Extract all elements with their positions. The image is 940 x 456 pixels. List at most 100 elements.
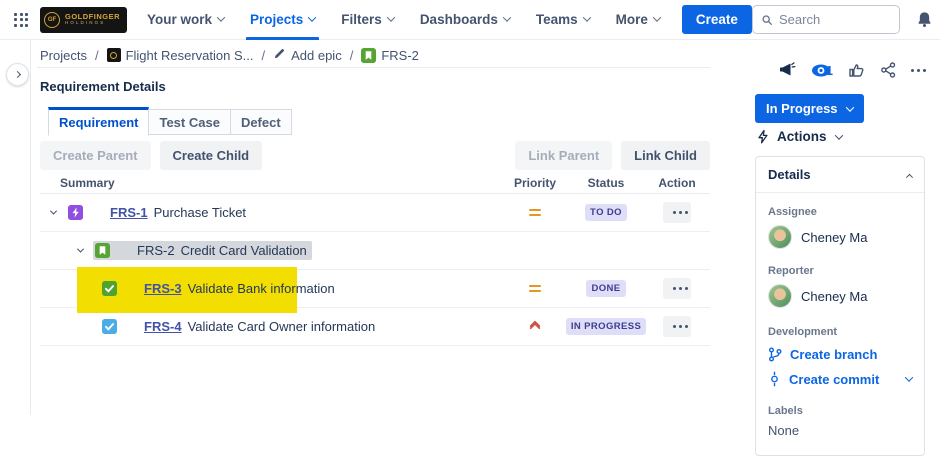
- header-summary: Summary: [40, 176, 502, 190]
- labels-value: None: [768, 423, 912, 438]
- nav-item-your-work[interactable]: Your work: [147, 0, 224, 40]
- issue-action-icons: 1: [778, 62, 926, 78]
- logo-emblem-icon: GF: [44, 12, 60, 28]
- chevron-up-icon: [906, 174, 913, 181]
- issue-key-link[interactable]: FRS-4: [144, 319, 182, 334]
- tab-defect[interactable]: Defect: [231, 109, 292, 135]
- row-actions-button[interactable]: [663, 278, 691, 299]
- status-badge: TO DO: [585, 204, 627, 221]
- create-button[interactable]: Create: [682, 5, 752, 34]
- nav-item-projects[interactable]: Projects: [250, 0, 315, 40]
- issue-summary: Validate Card Owner information: [188, 319, 376, 334]
- assignee-avatar: [768, 225, 792, 249]
- chevron-down-icon[interactable]: [905, 373, 913, 381]
- primary-nav: Your work Projects Filters Dashboards Teams M…: [147, 0, 660, 40]
- reporter-label: Reporter: [768, 265, 912, 277]
- automation-bolt-icon: [756, 129, 770, 144]
- breadcrumb-divider: [37, 67, 710, 68]
- create-branch-link[interactable]: Create branch: [768, 347, 912, 362]
- tab-requirement[interactable]: Requirement: [48, 107, 149, 136]
- company-logo[interactable]: GF GOLDFINGER HOLDINGS: [40, 7, 127, 33]
- issue-summary: Purchase Ticket: [154, 205, 247, 220]
- chevron-down-icon: [387, 13, 395, 21]
- reporter-field[interactable]: Cheney Ma: [768, 284, 912, 308]
- link-parent-button[interactable]: Link Parent: [515, 141, 612, 170]
- create-commit-link[interactable]: Create commit: [768, 371, 912, 387]
- details-panel: Details Assignee Cheney Ma Reporter Chen…: [755, 156, 925, 456]
- assignee-field[interactable]: Cheney Ma: [768, 225, 912, 249]
- issue-key-link: FRS-2: [137, 243, 175, 258]
- status-badge: DONE: [586, 280, 625, 297]
- breadcrumb: Projects/Flight Reservation S.../Add epi…: [40, 46, 419, 64]
- story-icon: [95, 243, 110, 258]
- table-row[interactable]: FRS-1 Purchase Ticket TO DO: [40, 194, 710, 232]
- chevron-down-icon: [834, 131, 842, 139]
- reporter-name: Cheney Ma: [801, 289, 867, 304]
- sidebar-divider: [30, 40, 31, 415]
- status-dropdown-button[interactable]: In Progress: [755, 94, 864, 123]
- share-icon[interactable]: [880, 62, 896, 78]
- table-row[interactable]: FRS-4 Validate Card Owner information IN…: [40, 308, 710, 346]
- expand-chevron-icon[interactable]: [46, 210, 60, 215]
- row-actions-button[interactable]: [663, 316, 691, 337]
- page-title: Requirement Details: [40, 79, 166, 94]
- search-input[interactable]: [779, 12, 891, 27]
- issue-key-link[interactable]: FRS-3: [144, 281, 182, 296]
- pencil-icon: [273, 47, 286, 63]
- epic-icon: [68, 205, 83, 220]
- sidebar-expand-button[interactable]: [6, 63, 29, 86]
- expand-chevron-icon[interactable]: [73, 248, 87, 253]
- more-options-icon[interactable]: [911, 69, 926, 72]
- status-badge: IN PROGRESS: [566, 318, 646, 335]
- chevron-down-icon: [582, 13, 590, 21]
- header-priority: Priority: [502, 176, 568, 190]
- create-child-button[interactable]: Create Child: [160, 141, 263, 170]
- search-icon: [761, 13, 773, 27]
- actions-dropdown[interactable]: Actions: [756, 129, 842, 144]
- branch-icon: [768, 347, 782, 362]
- tab-test-case[interactable]: Test Case: [149, 109, 230, 135]
- assignee-label: Assignee: [768, 206, 912, 218]
- labels-label: Labels: [768, 405, 912, 417]
- reporter-avatar: [768, 284, 792, 308]
- issue-toolbar: Create Parent Create Child Link Parent L…: [40, 141, 710, 170]
- app-switcher-icon[interactable]: [14, 13, 28, 27]
- table-header: Summary Priority Status Action: [40, 172, 710, 193]
- create-parent-button[interactable]: Create Parent: [40, 141, 151, 170]
- nav-item-dashboards[interactable]: Dashboards: [420, 0, 510, 40]
- breadcrumb-item[interactable]: Add epic: [273, 47, 342, 63]
- nav-item-filters[interactable]: Filters: [341, 0, 394, 40]
- nav-item-more[interactable]: More: [616, 0, 660, 40]
- breadcrumb-item[interactable]: Flight Reservation S...: [107, 48, 254, 63]
- search-box[interactable]: [752, 5, 900, 34]
- details-panel-header[interactable]: Details: [756, 157, 924, 193]
- priority-medium-icon: [502, 209, 568, 217]
- watch-count: 1: [826, 63, 833, 78]
- logo-line2: HOLDINGS: [65, 21, 120, 26]
- commit-icon: [768, 371, 781, 387]
- chevron-down-icon: [845, 103, 853, 111]
- development-label: Development: [768, 326, 912, 338]
- priority-highest-icon: [502, 322, 568, 332]
- issue-key-link[interactable]: FRS-1: [110, 205, 148, 220]
- header-action: Action: [644, 176, 710, 190]
- task-done-icon: [102, 281, 117, 296]
- notifications-bell-icon[interactable]: [916, 11, 933, 28]
- chevron-down-icon: [217, 13, 225, 21]
- breadcrumb-item[interactable]: Projects: [40, 48, 87, 63]
- story-icon: [361, 48, 376, 63]
- nav-item-teams[interactable]: Teams: [536, 0, 590, 40]
- table-row[interactable]: FRS-2 Credit Card Validation: [40, 232, 710, 270]
- feedback-megaphone-icon[interactable]: [778, 62, 796, 78]
- row-actions-button[interactable]: [663, 202, 691, 223]
- breadcrumb-item[interactable]: FRS-2: [361, 48, 419, 63]
- details-title: Details: [768, 167, 811, 182]
- chevron-down-icon: [503, 13, 511, 21]
- chevron-down-icon: [653, 13, 661, 21]
- vote-thumbs-up-icon[interactable]: [848, 62, 865, 78]
- link-child-button[interactable]: Link Child: [621, 141, 710, 170]
- chevron-down-icon: [308, 13, 316, 21]
- breadcrumb-separator: /: [261, 48, 265, 63]
- tab-bar: Requirement Test Case Defect: [48, 107, 292, 135]
- issue-summary: Credit Card Validation: [181, 243, 307, 258]
